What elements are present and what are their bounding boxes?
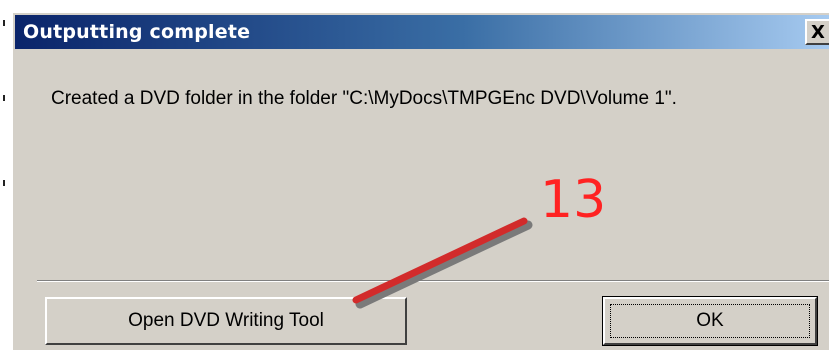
dialog-title: Outputting complete xyxy=(23,21,251,43)
ok-button[interactable]: OK xyxy=(602,296,818,346)
background-tick xyxy=(3,180,5,186)
close-button[interactable]: X xyxy=(805,19,829,45)
annotation-step-number: 13 xyxy=(540,170,607,230)
title-bar[interactable]: Outputting complete X xyxy=(15,15,829,49)
background-tick xyxy=(3,20,5,26)
open-dvd-writing-tool-button[interactable]: Open DVD Writing Tool xyxy=(45,297,407,345)
open-dvd-writing-tool-label: Open DVD Writing Tool xyxy=(128,310,324,331)
divider xyxy=(37,280,829,282)
outputting-complete-dialog: Outputting complete X Created a DVD fold… xyxy=(12,12,829,350)
ok-label: OK xyxy=(696,310,724,331)
close-icon: X xyxy=(811,21,825,43)
background-tick xyxy=(3,95,5,101)
dialog-message: Created a DVD folder in the folder "C:\M… xyxy=(51,88,677,109)
